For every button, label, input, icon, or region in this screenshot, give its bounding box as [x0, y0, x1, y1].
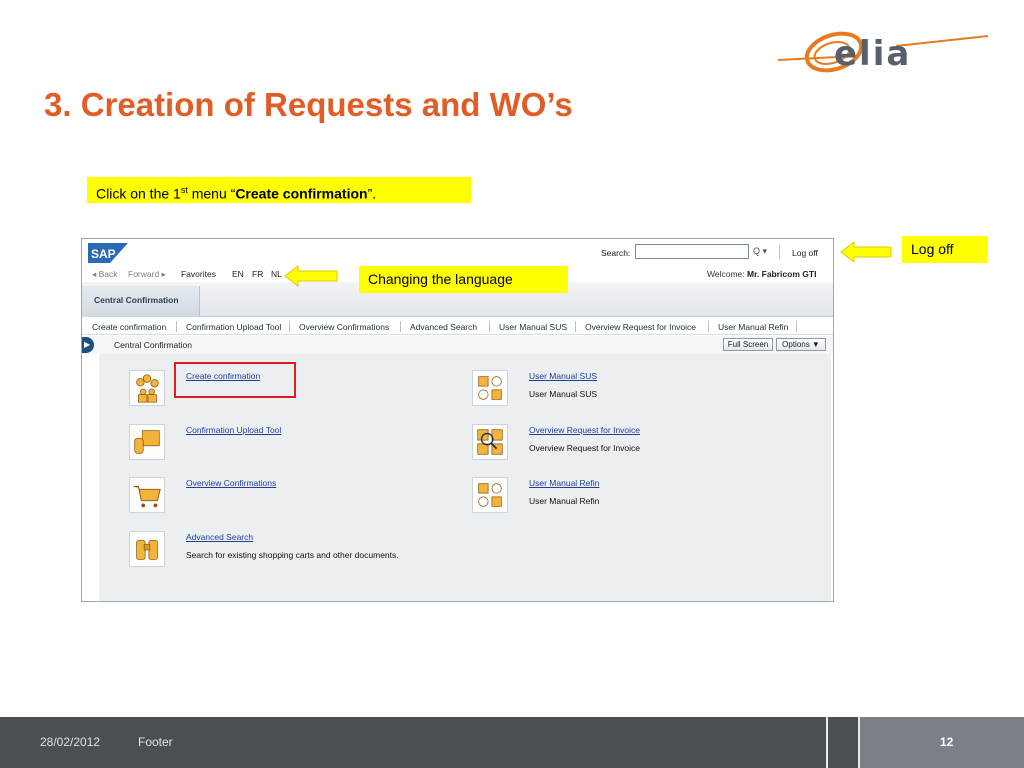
- expand-navigation-icon[interactable]: ▶: [82, 337, 94, 353]
- overview-request-invoice-icon: [472, 424, 508, 460]
- subnav-user-manual-refin[interactable]: User Manual Refin: [718, 322, 788, 332]
- language-arrow-icon: [284, 265, 338, 287]
- favorites-menu[interactable]: Favorites: [181, 269, 216, 279]
- options-button[interactable]: Options ▼: [776, 338, 826, 351]
- search-icon[interactable]: Q ▾: [753, 246, 767, 257]
- advanced-search-description: Search for existing shopping carts and o…: [186, 550, 399, 560]
- shopping-cart-icon: [129, 477, 165, 513]
- instruction-note: Click on the 1st menu “Create confirmati…: [87, 177, 471, 203]
- language-nl[interactable]: NL: [271, 269, 282, 279]
- overview-request-invoice-link[interactable]: Overview Request for Invoice: [529, 425, 640, 435]
- subnav-overview-request-invoice[interactable]: Overview Request for Invoice: [585, 322, 696, 332]
- language-fr[interactable]: FR: [252, 269, 263, 279]
- search-input[interactable]: [635, 244, 749, 259]
- forward-button[interactable]: Forward ▸: [128, 269, 166, 280]
- divider: [779, 245, 780, 259]
- welcome-prefix: Welcome:: [707, 269, 747, 279]
- subnav-confirmation-upload-tool[interactable]: Confirmation Upload Tool: [186, 322, 281, 332]
- welcome-name: Mr. Fabricom GTI: [747, 269, 817, 279]
- user-manual-sus-link[interactable]: User Manual SUS: [529, 371, 597, 381]
- welcome-text: Welcome: Mr. Fabricom GTI: [707, 269, 816, 279]
- binoculars-icon: [129, 531, 165, 567]
- instruction-bold: Create confirmation: [235, 185, 368, 202]
- footer-divider: [826, 717, 828, 768]
- sub-navigation: Create confirmation Confirmation Upload …: [82, 318, 833, 335]
- logoff-arrow-icon: [840, 241, 892, 263]
- overview-confirmations-link[interactable]: Overview Confirmations: [186, 478, 276, 488]
- instruction-suffix: ”.: [367, 185, 377, 202]
- divider: [708, 321, 709, 332]
- slide: elia 3. Creation of Requests and WO’s Cl…: [0, 0, 1024, 768]
- breadcrumb: ▶ Central Confirmation Full Screen Optio…: [82, 336, 833, 354]
- back-button[interactable]: ◂ Back: [92, 269, 118, 280]
- subnav-create-confirmation[interactable]: Create confirmation: [92, 322, 166, 332]
- user-manual-sus-description: User Manual SUS: [529, 389, 598, 399]
- language-callout: Changing the language: [359, 266, 568, 293]
- page-number: 12: [940, 735, 954, 749]
- user-manual-refin-icon: [472, 477, 508, 513]
- divider: [289, 321, 290, 332]
- divider: [796, 321, 797, 332]
- svg-text:SAP: SAP: [91, 247, 116, 261]
- instruction-prefix: Click on the 1: [96, 185, 181, 202]
- confirmation-upload-tool-link[interactable]: Confirmation Upload Tool: [186, 425, 281, 435]
- divider: [575, 321, 576, 332]
- sap-logo: SAP: [88, 243, 128, 263]
- tab-central-confirmation[interactable]: Central Confirmation: [82, 286, 200, 317]
- search-label: Search:: [601, 248, 631, 258]
- subnav-user-manual-sus[interactable]: User Manual SUS: [499, 322, 567, 332]
- divider: [489, 321, 490, 332]
- subnav-advanced-search[interactable]: Advanced Search: [410, 322, 477, 332]
- logoff-callout: Log off: [902, 236, 988, 263]
- divider: [176, 321, 177, 332]
- user-manual-sus-icon: [472, 370, 508, 406]
- slide-title: 3. Creation of Requests and WO’s: [44, 86, 573, 123]
- footer-divider: [858, 717, 860, 768]
- footer-date: 28/02/2012: [40, 735, 101, 749]
- logoff-link[interactable]: Log off: [792, 248, 818, 258]
- user-manual-refin-description: User Manual Refin: [529, 496, 600, 506]
- subnav-overview-confirmations[interactable]: Overview Confirmations: [299, 322, 389, 332]
- upload-tool-icon: [129, 424, 165, 460]
- instruction-sup: st: [180, 185, 188, 195]
- fullscreen-button[interactable]: Full Screen: [723, 338, 773, 351]
- create-confirmation-icon: [129, 370, 165, 406]
- logo-text: elia: [834, 34, 912, 74]
- sap-top-bar: SAP Search: Q ▾ Log off: [82, 239, 833, 265]
- create-confirmation-link[interactable]: Create confirmation: [186, 371, 260, 381]
- advanced-search-link[interactable]: Advanced Search: [186, 532, 253, 542]
- footer-text: Footer: [138, 735, 173, 749]
- divider: [400, 321, 401, 332]
- instruction-mid: menu “: [187, 185, 236, 202]
- overview-request-invoice-description: Overview Request for Invoice: [529, 443, 641, 453]
- user-manual-refin-link[interactable]: User Manual Refin: [529, 478, 599, 488]
- language-en[interactable]: EN: [232, 269, 244, 279]
- breadcrumb-title: Central Confirmation: [114, 340, 192, 350]
